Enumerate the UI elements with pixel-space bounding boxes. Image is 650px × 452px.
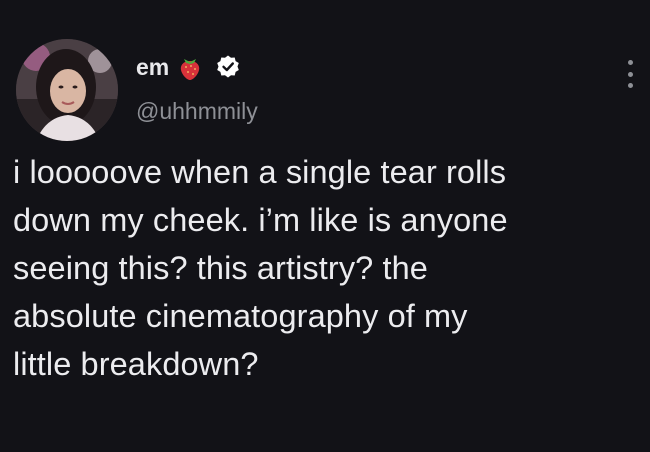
tweet-text: i looooove when a single tear rolls down… xyxy=(13,148,643,388)
dot xyxy=(627,83,633,88)
display-name[interactable]: em xyxy=(136,53,169,81)
author-handle[interactable]: @uhhmmily xyxy=(136,97,258,125)
tweet-text-line: little breakdown? xyxy=(13,346,259,382)
profile-avatar[interactable] xyxy=(16,39,118,141)
more-options-icon[interactable] xyxy=(624,60,636,88)
tweet-text-line: absolute cinematography of my xyxy=(13,298,468,334)
tweet-text-line: down my cheek. i’m like is anyone xyxy=(13,202,508,238)
author-name-row: em xyxy=(136,52,241,82)
tweet-card: em @uhhmmily i looooove when a single te… xyxy=(0,0,650,452)
tweet-text-line: i looooove when a single tear rolls xyxy=(13,154,507,190)
avatar-image xyxy=(16,39,118,141)
dot xyxy=(627,71,633,77)
verified-badge-icon xyxy=(215,54,241,80)
dot xyxy=(627,60,633,65)
tweet-text-line: seeing this? this artistry? the xyxy=(13,250,428,286)
strawberry-icon xyxy=(175,52,205,82)
